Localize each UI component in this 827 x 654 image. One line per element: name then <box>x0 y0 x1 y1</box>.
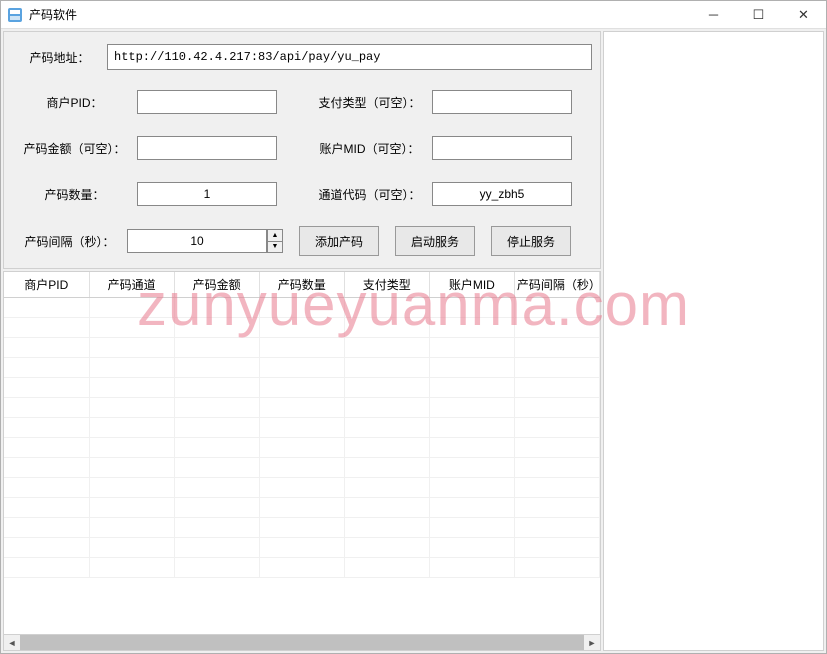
interval-spinner: ▲ ▼ <box>127 229 283 253</box>
table-row[interactable] <box>4 358 600 378</box>
field-grid: 商户PID： 支付类型（可空）： 产码金额（可空）： 账户MID（可空）： <box>12 90 592 206</box>
count-label: 产码数量： <box>12 186 137 203</box>
amount-input[interactable] <box>137 136 277 160</box>
data-table: 商户PID 产码通道 产码金额 产码数量 支付类型 账户MID 产码间隔（秒） <box>4 272 600 578</box>
table-row[interactable] <box>4 458 600 478</box>
minimize-button[interactable]: ─ <box>691 1 736 28</box>
scroll-right-icon[interactable]: ► <box>584 635 600 650</box>
table-row[interactable] <box>4 298 600 318</box>
col-interval[interactable]: 产码间隔（秒） <box>514 272 599 298</box>
table-row[interactable] <box>4 438 600 458</box>
content-area: 产码地址： 商户PID： 支付类型（可空）： 产码金额（可空）： <box>1 29 826 653</box>
horizontal-scrollbar[interactable]: ◄ ► <box>4 634 600 650</box>
scroll-left-icon[interactable]: ◄ <box>4 635 20 650</box>
spinner-up-icon[interactable]: ▲ <box>268 230 282 242</box>
col-paytype[interactable]: 支付类型 <box>344 272 429 298</box>
amount-label: 产码金额（可空）： <box>12 140 137 157</box>
paytype-input[interactable] <box>432 90 572 114</box>
address-row: 产码地址： <box>12 44 592 70</box>
window-title: 产码软件 <box>29 6 691 23</box>
table-row[interactable] <box>4 318 600 338</box>
close-button[interactable]: ✕ <box>781 1 826 28</box>
table-row[interactable] <box>4 378 600 398</box>
interval-input[interactable] <box>127 229 267 253</box>
mid-input[interactable] <box>432 136 572 160</box>
mid-label: 账户MID（可空）： <box>307 140 432 157</box>
table-panel: 商户PID 产码通道 产码金额 产码数量 支付类型 账户MID 产码间隔（秒） <box>3 271 601 651</box>
pid-input[interactable] <box>137 90 277 114</box>
titlebar[interactable]: 产码软件 ─ ☐ ✕ <box>1 1 826 29</box>
count-input[interactable] <box>137 182 277 206</box>
address-input[interactable] <box>107 44 592 70</box>
col-count[interactable]: 产码数量 <box>259 272 344 298</box>
col-mid[interactable]: 账户MID <box>429 272 514 298</box>
table-row[interactable] <box>4 398 600 418</box>
paytype-label: 支付类型（可空）： <box>307 94 432 111</box>
table-row[interactable] <box>4 538 600 558</box>
col-channel[interactable]: 产码通道 <box>89 272 174 298</box>
maximize-button[interactable]: ☐ <box>736 1 781 28</box>
action-row: 产码间隔（秒）： ▲ ▼ 添加产码 启动服务 停止服务 <box>12 226 592 256</box>
form-panel: 产码地址： 商户PID： 支付类型（可空）： 产码金额（可空）： <box>3 31 601 269</box>
left-panel: 产码地址： 商户PID： 支付类型（可空）： 产码金额（可空）： <box>3 31 601 651</box>
channel-label: 通道代码（可空）： <box>307 186 432 203</box>
add-button[interactable]: 添加产码 <box>299 226 379 256</box>
app-icon <box>7 7 23 23</box>
col-pid[interactable]: 商户PID <box>4 272 89 298</box>
spinner-down-icon[interactable]: ▼ <box>268 242 282 253</box>
address-label: 产码地址： <box>12 49 107 66</box>
table-row[interactable] <box>4 518 600 538</box>
table-row[interactable] <box>4 558 600 578</box>
table-row[interactable] <box>4 418 600 438</box>
start-button[interactable]: 启动服务 <box>395 226 475 256</box>
channel-input[interactable] <box>432 182 572 206</box>
table-header-row: 商户PID 产码通道 产码金额 产码数量 支付类型 账户MID 产码间隔（秒） <box>4 272 600 298</box>
stop-button[interactable]: 停止服务 <box>491 226 571 256</box>
table-body <box>4 298 600 578</box>
right-panel <box>603 31 824 651</box>
interval-label: 产码间隔（秒）： <box>12 233 127 250</box>
col-amount[interactable]: 产码金额 <box>174 272 259 298</box>
app-window: 产码软件 ─ ☐ ✕ 产码地址： 商户PID： 支付类型（可空）： <box>0 0 827 654</box>
scroll-thumb[interactable] <box>20 635 584 650</box>
table-row[interactable] <box>4 478 600 498</box>
pid-label: 商户PID： <box>12 94 137 111</box>
table-row[interactable] <box>4 338 600 358</box>
window-controls: ─ ☐ ✕ <box>691 1 826 28</box>
table-row[interactable] <box>4 498 600 518</box>
table-scroll[interactable]: 商户PID 产码通道 产码金额 产码数量 支付类型 账户MID 产码间隔（秒） <box>4 272 600 634</box>
